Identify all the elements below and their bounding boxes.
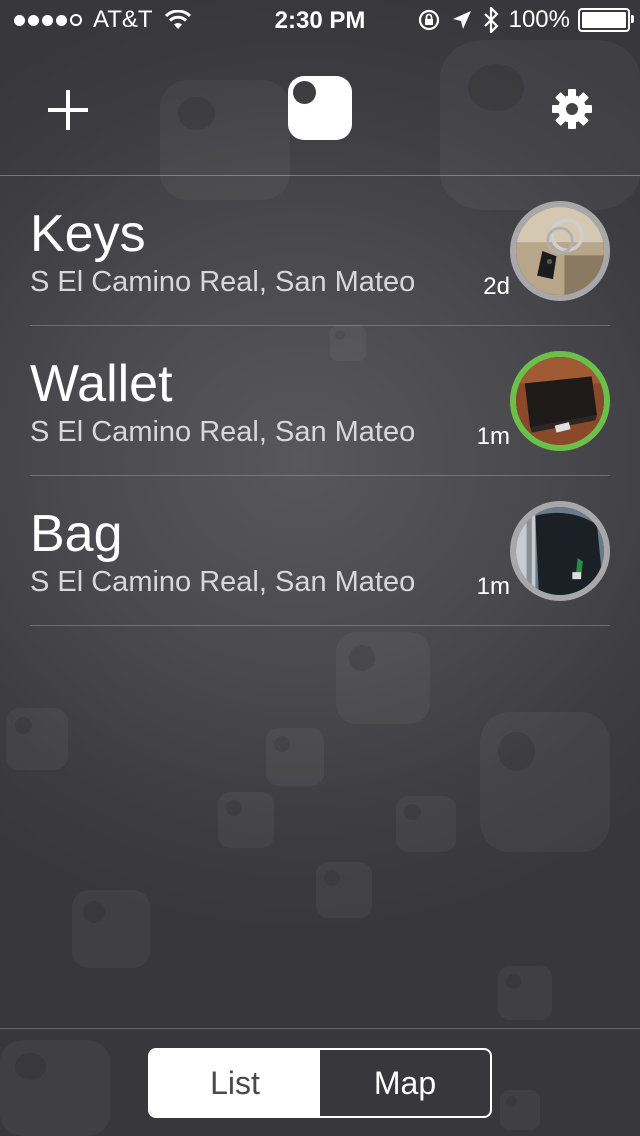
bottom-divider — [0, 1028, 640, 1029]
bag-photo — [516, 507, 604, 595]
background-tile — [336, 632, 430, 724]
item-location: S El Camino Real, San Mateo — [30, 416, 416, 448]
background-tile — [72, 890, 150, 968]
item-last-seen: 1m — [476, 423, 510, 450]
item-avatar-keys[interactable] — [510, 201, 610, 301]
list-item-bag[interactable]: Bag S El Camino Real, San Mateo 1m — [0, 476, 640, 626]
background-tile — [0, 1040, 110, 1136]
item-avatar-bag[interactable] — [510, 501, 610, 601]
settings-button[interactable] — [550, 87, 594, 131]
background-tile — [316, 862, 372, 918]
item-location: S El Camino Real, San Mateo — [30, 266, 416, 298]
battery-icon — [578, 8, 634, 32]
status-bar: AT&T 2:30 PM 100% — [0, 0, 640, 40]
item-list: Keys S El Camino Real, San Mateo 2d Wall… — [0, 176, 640, 626]
background-tile — [480, 712, 610, 852]
background-tile — [498, 966, 552, 1020]
status-right: 100% — [417, 6, 634, 34]
item-last-seen: 2d — [483, 273, 510, 300]
item-avatar-wallet[interactable] — [510, 351, 610, 451]
item-name: Wallet — [30, 355, 173, 413]
list-item-wallet[interactable]: Wallet S El Camino Real, San Mateo 1m — [0, 326, 640, 476]
item-name: Keys — [30, 205, 146, 263]
battery-level-fill — [582, 12, 626, 28]
row-divider — [30, 625, 610, 626]
item-name: Bag — [30, 505, 123, 563]
tile-logo-icon — [288, 76, 352, 140]
keys-photo — [516, 207, 604, 295]
wallet-photo — [516, 357, 604, 445]
list-view-button[interactable]: List — [150, 1050, 320, 1116]
item-last-seen: 1m — [476, 573, 510, 600]
location-arrow-icon — [452, 11, 471, 29]
background-tile — [6, 708, 68, 770]
background-tile — [266, 728, 324, 786]
background-tile — [500, 1090, 540, 1130]
list-item-keys[interactable]: Keys S El Camino Real, San Mateo 2d — [0, 176, 640, 326]
map-view-button[interactable]: Map — [320, 1050, 490, 1116]
bluetooth-icon — [483, 7, 499, 33]
navigation-bar — [0, 40, 640, 175]
item-location: S El Camino Real, San Mateo — [30, 566, 416, 598]
background-tile — [218, 792, 274, 848]
view-toggle: List Map — [148, 1048, 492, 1118]
battery-percent: 100% — [508, 6, 570, 33]
background-tile — [396, 796, 456, 852]
rotation-lock-icon — [418, 9, 439, 31]
add-button[interactable] — [40, 82, 96, 138]
